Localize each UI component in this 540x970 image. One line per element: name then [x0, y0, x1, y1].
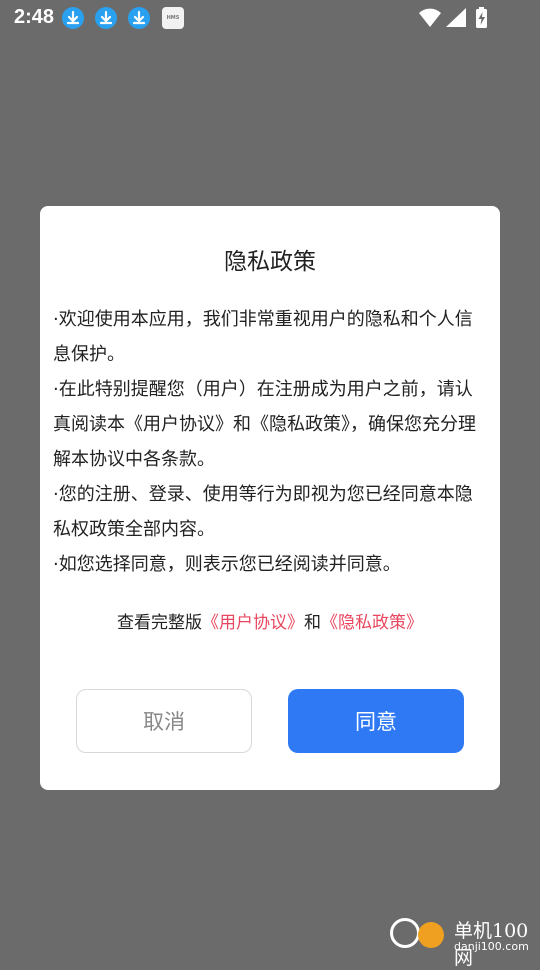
dialog-body: ·欢迎使用本应用，我们非常重视用户的隐私和个人信息保护。 ·在此特别提醒您（用户…: [53, 302, 483, 582]
system-icons: [418, 6, 500, 34]
full-version-links: 查看完整版《用户协议》和《隐私政策》: [40, 608, 500, 633]
watermark-circle-icon: [390, 918, 420, 948]
watermark-subtext: danji100.com: [454, 940, 529, 953]
status-time: 2:48: [14, 6, 55, 28]
paragraph-reminder: ·在此特别提醒您（用户）在注册成为用户之前，请认真阅读本《用户协议》和《隐私政策…: [53, 379, 476, 470]
watermark-dot-icon: [418, 922, 444, 948]
cancel-button[interactable]: 取消: [76, 689, 252, 753]
download-icon: [62, 7, 84, 29]
signal-icon: [446, 8, 466, 27]
privacy-policy-link[interactable]: 《隐私政策》: [321, 613, 423, 633]
status-bar: 2:48 HMS: [0, 0, 540, 36]
wifi-icon: [419, 8, 441, 27]
dialog-title: 隐私政策: [224, 249, 316, 275]
download-icon: [95, 7, 117, 29]
paragraph-agree: ·如您选择同意，则表示您已经阅读并同意。: [53, 554, 401, 575]
agree-button[interactable]: 同意: [288, 689, 464, 753]
hms-icon: HMS: [162, 7, 184, 29]
paragraph-consent: ·您的注册、登录、使用等行为即视为您已经同意本隐私权政策全部内容。: [53, 484, 473, 540]
battery-charging-icon: [476, 7, 487, 28]
links-prefix: 查看完整版: [117, 613, 202, 633]
links-and: 和: [304, 613, 321, 633]
privacy-dialog: 隐私政策 ·欢迎使用本应用，我们非常重视用户的隐私和个人信息保护。 ·在此特别提…: [40, 206, 500, 790]
user-agreement-link[interactable]: 《用户协议》: [202, 613, 304, 633]
paragraph-welcome: ·欢迎使用本应用，我们非常重视用户的隐私和个人信息保护。: [53, 309, 473, 365]
watermark-logo: 单机100网 danji100.com: [388, 912, 538, 969]
download-icon: [128, 7, 150, 29]
